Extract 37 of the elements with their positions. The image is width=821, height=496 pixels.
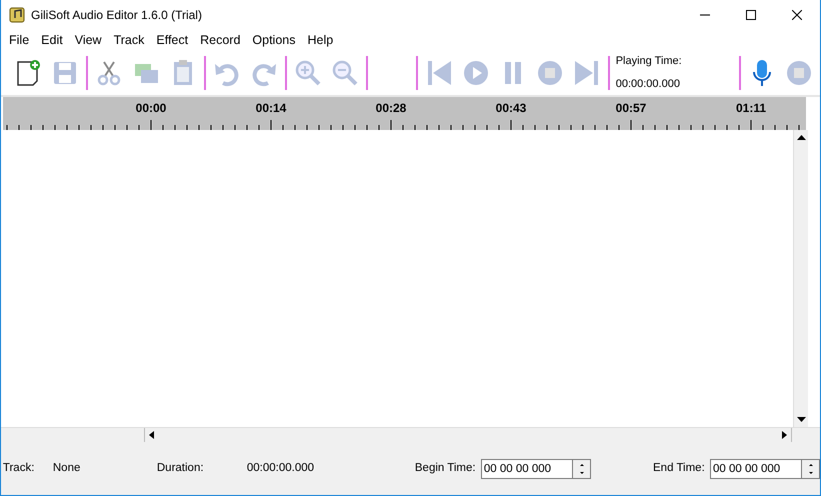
app-icon [9,7,25,23]
scroll-right-icon[interactable] [782,431,787,439]
menu-item[interactable]: Edit [35,30,69,50]
spin-button[interactable] [802,458,820,478]
horizontal-scrollbar[interactable] [144,428,792,442]
ruler-label: 01:11 [736,101,766,115]
menu-item[interactable]: Effect [150,30,194,50]
scroll-left-icon[interactable] [149,431,154,439]
playing-time-value: 00:00:00.000 [616,76,681,92]
track-label: Track: [2,460,36,476]
ruler-label: 00:14 [256,101,286,115]
vertical-scrollbar[interactable] [793,130,808,427]
minimize-icon [700,14,710,16]
ruler-label: 00:28 [376,101,406,115]
menu-item[interactable]: Track [108,30,150,50]
end-time-field[interactable]: 00 00 00 000 [710,458,802,478]
begin-time-label: Begin Time: [414,460,477,476]
scroll-down-icon[interactable] [796,417,806,423]
scroll-up-icon[interactable] [796,134,806,140]
duration-value: 00:00:00.000 [246,460,316,476]
menu-item[interactable]: View [68,30,108,50]
ruler-label: 00:00 [136,101,166,115]
maximize-icon [746,10,756,20]
menu-item[interactable]: Help [302,30,340,50]
window-title: GiliSoft Audio Editor 1.6.0 (Trial) [31,7,202,24]
close-icon [792,10,802,20]
menu-item[interactable]: File [3,30,36,50]
playing-time-label: Playing Time: [616,54,683,69]
begin-time-field[interactable]: 00 00 00 000 [480,458,573,478]
ruler-label: 00:43 [496,101,526,115]
menu-item[interactable]: Options [246,30,302,50]
track-value: None [52,460,82,476]
spin-button[interactable] [572,458,591,478]
end-time-label: End Time: [653,460,706,476]
duration-label: Duration: [156,460,205,476]
ruler-label: 00:57 [616,101,646,115]
menu-item[interactable]: Record [194,30,246,50]
